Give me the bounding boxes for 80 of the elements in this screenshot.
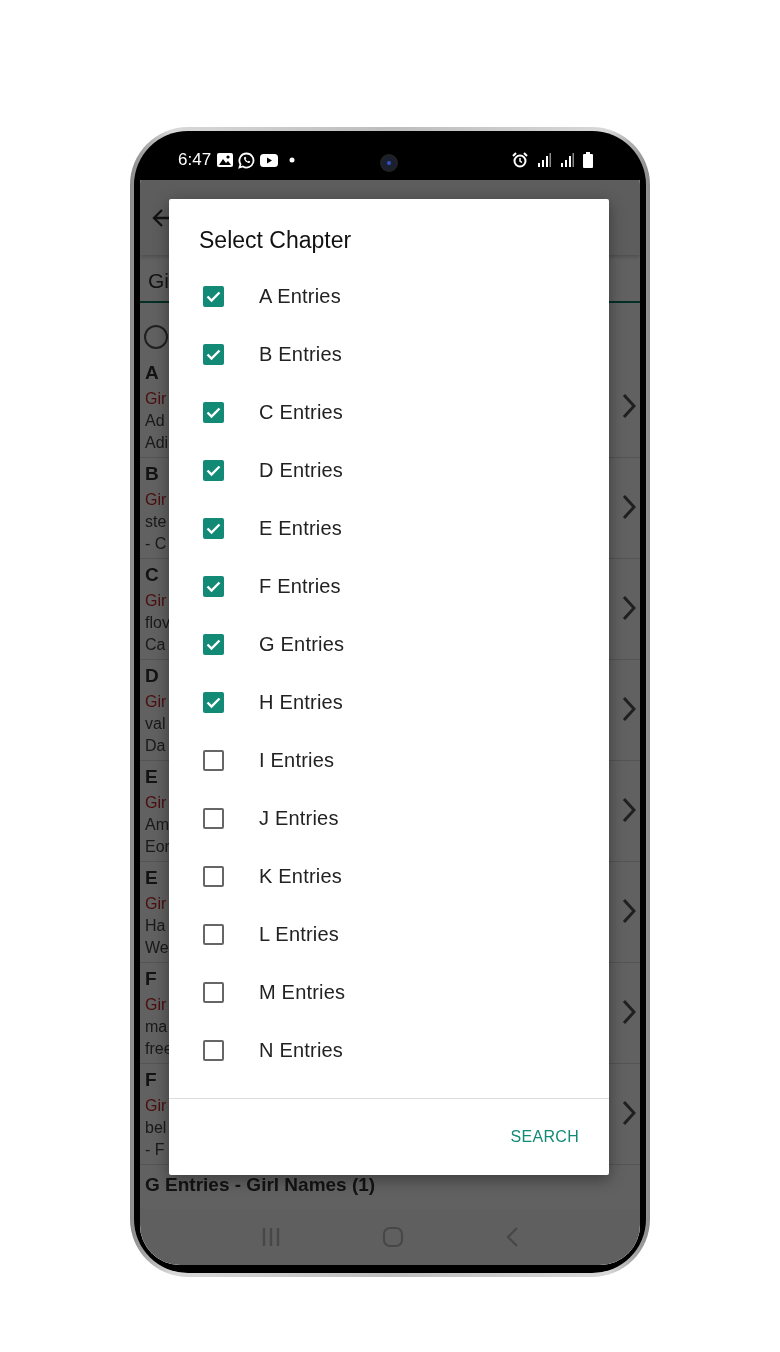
entry-text: ma [145,1017,168,1037]
checkbox[interactable] [203,749,224,771]
checkbox[interactable] [203,343,224,365]
chevron-right-icon [622,1100,636,1126]
entry-text: We [145,938,169,958]
chapter-label[interactable]: E Entries [259,516,342,540]
entry-text: Da [145,736,166,756]
checkbox[interactable] [203,575,224,597]
checkbox[interactable] [203,633,224,655]
chapter-label[interactable]: L Entries [259,922,339,946]
entry-text: Ca [145,635,166,655]
chapter-label[interactable]: K Entries [259,864,342,888]
chevron-right-icon [622,393,636,419]
chapter-label[interactable]: F Entries [259,574,341,598]
entry-tag: Gir [145,691,167,713]
checkbox[interactable] [203,459,224,481]
status-time: 6:47 [178,150,212,170]
entry-text: - F [145,1140,165,1160]
chapter-label[interactable]: N Entries [259,1038,344,1062]
chevron-right-icon [622,696,636,722]
chat-bubble-icon [238,151,256,169]
dialog-title: Select Chapter [198,226,353,255]
chapter-label[interactable]: J Entries [259,806,339,830]
checkbox[interactable] [203,691,224,713]
signal-icon [560,153,574,167]
entry-text: Adi [145,433,169,453]
search-button[interactable]: SEARCH [508,1122,581,1152]
alarm-icon [512,152,528,168]
entry-heading: F [145,1068,157,1092]
checkbox[interactable] [203,1039,224,1061]
entry-heading: D [145,664,159,688]
chapter-label[interactable]: G Entries [259,632,345,656]
entry-text: Ha [145,916,166,936]
battery-icon [583,152,593,168]
chevron-right-icon [622,797,636,823]
signal-icon [537,153,551,167]
entry-tag: Gir [145,893,167,915]
entry-heading: F [145,967,157,991]
entry-heading: C [145,563,159,587]
dot-icon [289,157,296,163]
entry-tag: Gir [145,1095,167,1117]
chapter-label[interactable]: A Entries [259,284,341,308]
entry-text: Eor [145,837,170,857]
checkbox[interactable] [203,401,224,423]
entry-text: flov [145,613,170,633]
checkbox[interactable] [203,865,224,887]
entry-heading: E [145,765,158,789]
entry-text: - C [145,534,167,554]
entry-heading: E [145,866,158,890]
entry-text: ste [145,512,167,532]
entry-tag: Gir [145,590,167,612]
checkbox[interactable] [203,981,224,1003]
entry-tag: Gir [145,994,167,1016]
chapter-label[interactable]: C Entries [259,400,344,424]
entry-text: bel [145,1118,167,1138]
checkbox[interactable] [203,807,224,829]
entry-text: val [145,714,166,734]
chevron-right-icon [622,595,636,621]
chapter-label[interactable]: D Entries [259,458,344,482]
chapter-label[interactable]: H Entries [259,690,344,714]
chevron-right-icon [622,494,636,520]
checkbox[interactable] [203,923,224,945]
play-icon [260,153,279,167]
entry-text: Am [145,815,169,835]
entry-tag: Gir [145,489,167,511]
entry-heading: B [145,462,159,486]
entry-text: Ad [145,411,165,431]
checkbox[interactable] [203,285,224,307]
chapter-label[interactable]: I Entries [259,748,335,772]
camera-icon [382,156,396,170]
chapter-label[interactable]: B Entries [259,342,342,366]
checkbox[interactable] [203,517,224,539]
entry-tag: Gir [145,792,167,814]
chevron-right-icon [622,898,636,924]
chapter-label[interactable]: M Entries [259,980,346,1004]
entry-heading: A [145,361,159,385]
entry-tag: Gir [145,388,167,410]
chevron-right-icon [622,999,636,1025]
image-icon [217,153,234,167]
section-heading: G Entries - Girl Names (1) [144,1173,377,1197]
